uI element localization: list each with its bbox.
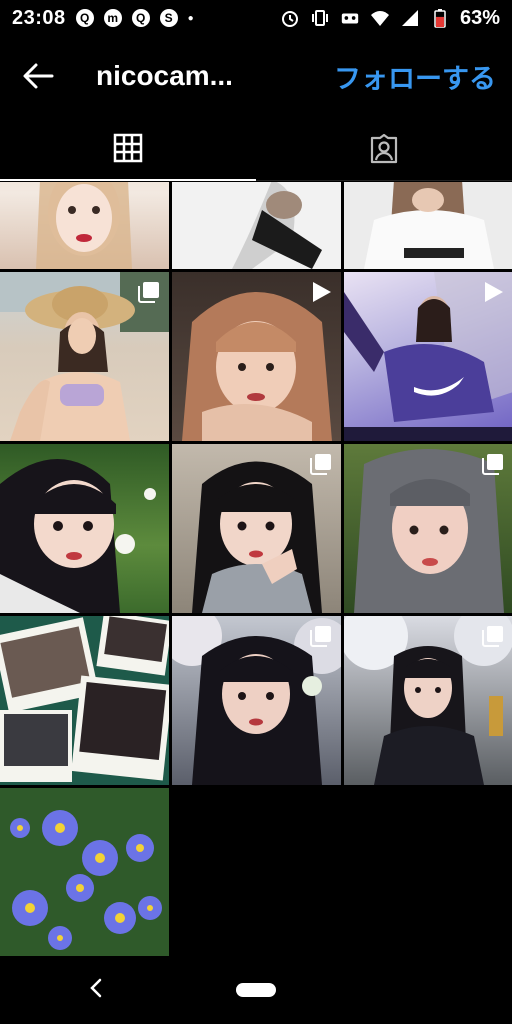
system-back-button[interactable] [88, 976, 104, 1005]
status-right: 63% [280, 7, 500, 30]
carousel-icon [137, 280, 161, 309]
follow-button[interactable]: フォローする [334, 57, 496, 96]
chevron-left-icon [90, 978, 102, 998]
notification-q2-icon: Q [131, 9, 150, 27]
vibrate-icon [310, 8, 330, 28]
carousel-icon [309, 452, 333, 481]
post-thumbnail[interactable] [344, 444, 512, 613]
post-thumbnail[interactable] [0, 444, 169, 613]
battery-icon [430, 8, 450, 28]
profile-username: nicocam... [96, 60, 233, 91]
system-home-button[interactable] [236, 983, 276, 997]
notification-q-icon: Q [75, 9, 94, 27]
wifi-icon [370, 8, 390, 28]
notification-m-icon: m [103, 9, 122, 27]
video-play-icon [481, 280, 505, 309]
tagged-person-icon [370, 133, 398, 164]
tab-grid[interactable] [0, 116, 256, 181]
post-thumbnail[interactable] [344, 272, 512, 441]
back-arrow-icon [23, 63, 54, 89]
system-nav-bar [0, 956, 512, 1024]
back-button[interactable] [16, 54, 60, 98]
post-thumbnail[interactable] [0, 616, 169, 785]
status-bar: 23:08 Q m Q S ● 63% [0, 0, 512, 36]
post-thumbnail[interactable] [344, 182, 512, 269]
clock: 23:08 [12, 6, 66, 29]
grid-icon [113, 133, 143, 163]
more-notifications-icon: ● [187, 12, 194, 24]
post-thumbnail[interactable] [0, 272, 169, 441]
carousel-icon [309, 624, 333, 653]
post-grid [0, 182, 512, 956]
profile-header: nicocam... フォローする [0, 40, 512, 112]
carousel-icon [481, 624, 505, 653]
profile-tabs [0, 116, 512, 181]
video-play-icon [309, 280, 333, 309]
signal-icon [400, 8, 420, 28]
post-thumbnail[interactable] [0, 182, 169, 269]
status-left: 23:08 Q m Q S ● [12, 7, 194, 30]
post-thumbnail[interactable] [172, 616, 341, 785]
post-thumbnail[interactable] [172, 272, 341, 441]
notification-s-icon: S [159, 9, 178, 27]
battery-percent: 63% [459, 6, 500, 29]
post-thumbnail[interactable] [344, 616, 512, 785]
carousel-icon [481, 452, 505, 481]
post-thumbnail[interactable] [172, 444, 341, 613]
post-thumbnail[interactable] [172, 182, 341, 269]
alarm-icon [280, 8, 300, 28]
post-thumbnail[interactable] [0, 788, 169, 956]
tab-tagged[interactable] [256, 116, 512, 180]
game-icon [340, 8, 360, 28]
